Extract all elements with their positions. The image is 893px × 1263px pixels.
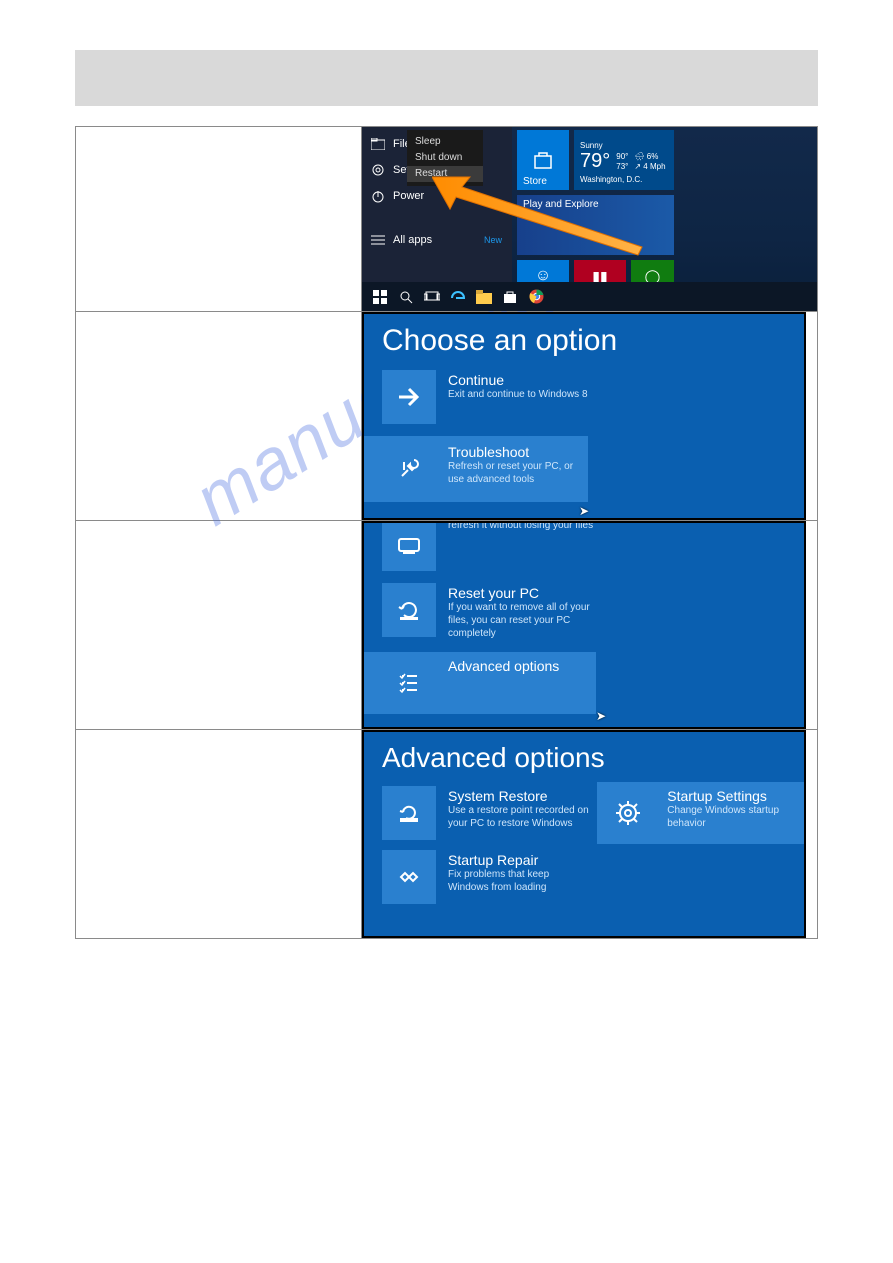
all-apps-icon (371, 233, 385, 247)
power-icon (371, 189, 385, 203)
step-cell-1 (76, 127, 362, 312)
start-item-all-apps[interactable]: All apps New (362, 227, 512, 253)
option-sub: Refresh or reset your PC, or use advance… (448, 460, 582, 486)
taskbar (362, 282, 817, 311)
option-system-restore[interactable]: System Restore Use a restore point recor… (382, 786, 591, 840)
option-title: Reset your PC (448, 585, 608, 601)
start-item-label: All apps (393, 234, 432, 246)
option-startup-repair[interactable]: Startup Repair Fix problems that keep Wi… (382, 850, 591, 904)
step-cell-4 (76, 730, 362, 939)
screenshot-troubleshoot-menu: refresh it without losing your files Res… (362, 521, 806, 729)
screen-title: Advanced options (364, 732, 804, 786)
screenshot-cell-1: File Ex Setting Power (362, 127, 818, 312)
screenshot-cell-4: Advanced options System Restore Use a re… (362, 730, 818, 939)
refresh-pc-icon (382, 521, 436, 571)
weather-hi: 90° (616, 152, 628, 161)
option-title: Advanced options (448, 658, 559, 674)
option-title: Startup Settings (667, 788, 804, 804)
weather-wind: 4 Mph (643, 162, 665, 171)
option-sub: Use a restore point recorded on your PC … (448, 804, 591, 830)
option-title: System Restore (448, 788, 591, 804)
weather-temp: 79° (580, 150, 610, 173)
option-refresh-pc[interactable]: refresh it without losing your files (364, 521, 804, 571)
file-explorer-taskbar-icon[interactable] (474, 287, 494, 307)
system-restore-icon (382, 786, 436, 840)
cursor-icon: ➤ (579, 504, 589, 518)
option-troubleshoot[interactable]: Troubleshoot Refresh or reset your PC, o… (364, 436, 588, 502)
start-button-icon[interactable] (370, 287, 390, 307)
option-continue[interactable]: Continue Exit and continue to Windows 8 (364, 370, 804, 424)
weather-cond: Sunny (580, 141, 668, 150)
startup-settings-icon (601, 786, 655, 840)
weather-humid: 6% (647, 152, 659, 161)
file-explorer-icon (371, 137, 385, 151)
option-title: Continue (448, 372, 588, 388)
cursor-icon: ➤ (596, 709, 606, 723)
start-item-power[interactable]: Power (362, 183, 512, 209)
instruction-table: File Ex Setting Power (75, 126, 818, 939)
menu-item-sleep[interactable]: Sleep (415, 134, 475, 150)
tile-label: Store (523, 176, 547, 187)
reset-pc-icon (382, 583, 436, 637)
chrome-icon[interactable] (526, 287, 546, 307)
tile-store[interactable]: Store (517, 130, 569, 190)
page-header-bar (75, 50, 818, 106)
option-sub: If you want to remove all of your files,… (448, 601, 608, 640)
option-reset-pc[interactable]: Reset your PC If you want to remove all … (364, 583, 804, 640)
screen-title: Choose an option (364, 314, 804, 370)
screenshot-cell-2: Choose an option Continue Exit and conti… (362, 312, 818, 521)
troubleshoot-icon (382, 442, 436, 496)
new-badge: New (484, 235, 502, 245)
start-item-label: Power (393, 190, 424, 202)
menu-item-restart[interactable]: Restart (407, 166, 483, 182)
option-sub: refresh it without losing your files (448, 521, 593, 532)
weather-city: Washington, D.C. (580, 175, 668, 184)
search-icon[interactable] (396, 287, 416, 307)
screenshot-start-menu-restart: File Ex Setting Power (362, 127, 817, 311)
option-sub: Fix problems that keep Windows from load… (448, 868, 591, 894)
store-taskbar-icon[interactable] (500, 287, 520, 307)
tile-label: Play and Explore (523, 199, 599, 210)
step-cell-3 (76, 521, 362, 730)
advanced-options-icon (382, 656, 436, 710)
task-view-icon[interactable] (422, 287, 442, 307)
option-advanced-options[interactable]: Advanced options (364, 652, 596, 714)
tile-weather[interactable]: Sunny 79° 90° 73° 🌧 6% ↗ 4 Mph (574, 130, 674, 190)
option-sub: Change Windows startup behavior (667, 804, 804, 830)
tile-play-explore[interactable]: Play and Explore (517, 195, 674, 255)
menu-item-shutdown[interactable]: Shut down (415, 150, 475, 166)
store-icon (531, 148, 555, 172)
screenshot-cell-3: refresh it without losing your files Res… (362, 521, 818, 730)
screenshot-choose-option: Choose an option Continue Exit and conti… (362, 312, 806, 520)
startup-repair-icon (382, 850, 436, 904)
option-sub: Exit and continue to Windows 8 (448, 388, 588, 401)
option-startup-settings[interactable]: Startup Settings Change Windows startup … (597, 782, 806, 844)
screenshot-advanced-options: Advanced options System Restore Use a re… (362, 730, 806, 938)
option-title: Startup Repair (448, 852, 591, 868)
step-cell-2 (76, 312, 362, 521)
power-context-menu: Sleep Shut down Restart (407, 130, 483, 186)
gear-icon (371, 163, 385, 177)
option-title: Troubleshoot (448, 444, 582, 460)
weather-lo: 73° (616, 162, 628, 171)
continue-icon (382, 370, 436, 424)
edge-icon[interactable] (448, 287, 468, 307)
